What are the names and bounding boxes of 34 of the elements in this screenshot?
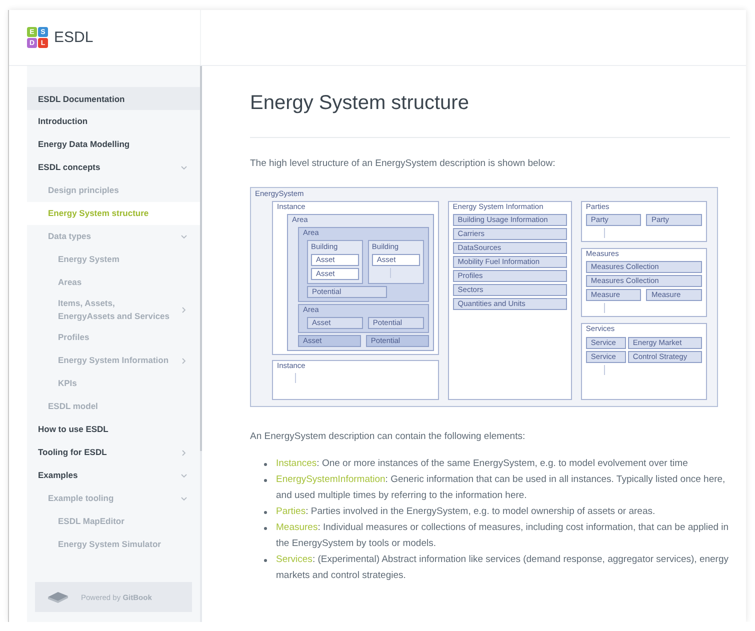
elements-intro-text: An EnergySystem description can contain the following elements:: [250, 431, 526, 442]
site-name[interactable]: ESDL: [54, 29, 94, 46]
sidebar-item[interactable]: Energy System: [27, 248, 200, 271]
sidebar-item[interactable]: KPIs: [27, 372, 200, 395]
term-link[interactable]: Instances: [276, 458, 317, 469]
list-item-text: Instances: One or more instances of the same EnergySystem, e.g. to model evolvement over time: [276, 457, 688, 471]
sidebar-item[interactable]: Design principles: [27, 179, 200, 202]
list-item-text: Measures: Individual measures or collections of measures, including cost information, that can be applied in the EnergySystem by tools or models.: [276, 521, 730, 551]
term-link[interactable]: Parties: [276, 506, 306, 517]
sidebar-item[interactable]: Example tooling: [27, 487, 200, 510]
term-link[interactable]: EnergySystemInformation: [276, 474, 386, 485]
sidebar-item[interactable]: Examples: [27, 464, 200, 487]
sidebar-item[interactable]: ESDL model: [27, 395, 200, 418]
sidebar-item[interactable]: Tooling for ESDL: [27, 441, 200, 464]
sidebar-title[interactable]: ESDL Documentation: [27, 87, 200, 110]
sidebar-item[interactable]: Profiles: [27, 326, 200, 349]
sidebar-item[interactable]: Energy System Simulator: [27, 533, 200, 556]
sidebar-item[interactable]: Energy System Information: [27, 349, 200, 372]
intro-text: The high level structure of an EnergySystem description is shown below:: [250, 158, 556, 169]
sidebar-item[interactable]: Introduction: [27, 110, 200, 133]
page-title: Energy System structure: [250, 91, 470, 115]
sidebar-item[interactable]: Energy System structure: [27, 202, 200, 225]
term-link[interactable]: Services: [276, 554, 312, 565]
sidebar-item[interactable]: Data types: [27, 225, 200, 248]
list-item-text: Parties: Parties involved in the EnergySystem, e.g. to model ownership of assets or areas.: [276, 505, 656, 519]
sidebar-item[interactable]: Items, Assets, EnergyAssets and Services: [27, 294, 200, 326]
sidebar-item[interactable]: ESDL concepts: [27, 156, 200, 179]
sidebar-item[interactable]: ESDL MapEditor: [27, 510, 200, 533]
sidebar-item[interactable]: Areas: [27, 271, 200, 294]
term-link[interactable]: Measures: [276, 522, 318, 533]
sidebar-item[interactable]: Energy Data Modelling: [27, 133, 200, 156]
sidebar-item[interactable]: How to use ESDL: [27, 418, 200, 441]
list-item-text: EnergySystemInformation: Generic information that can be used in all instances. Typically listed once here, and used multiple times by referring to the information here.: [276, 473, 726, 503]
list-item-text: Services: (Experimental) Abstract information like services (demand response, aggregator services), energy markets and control strategies.: [276, 553, 730, 583]
